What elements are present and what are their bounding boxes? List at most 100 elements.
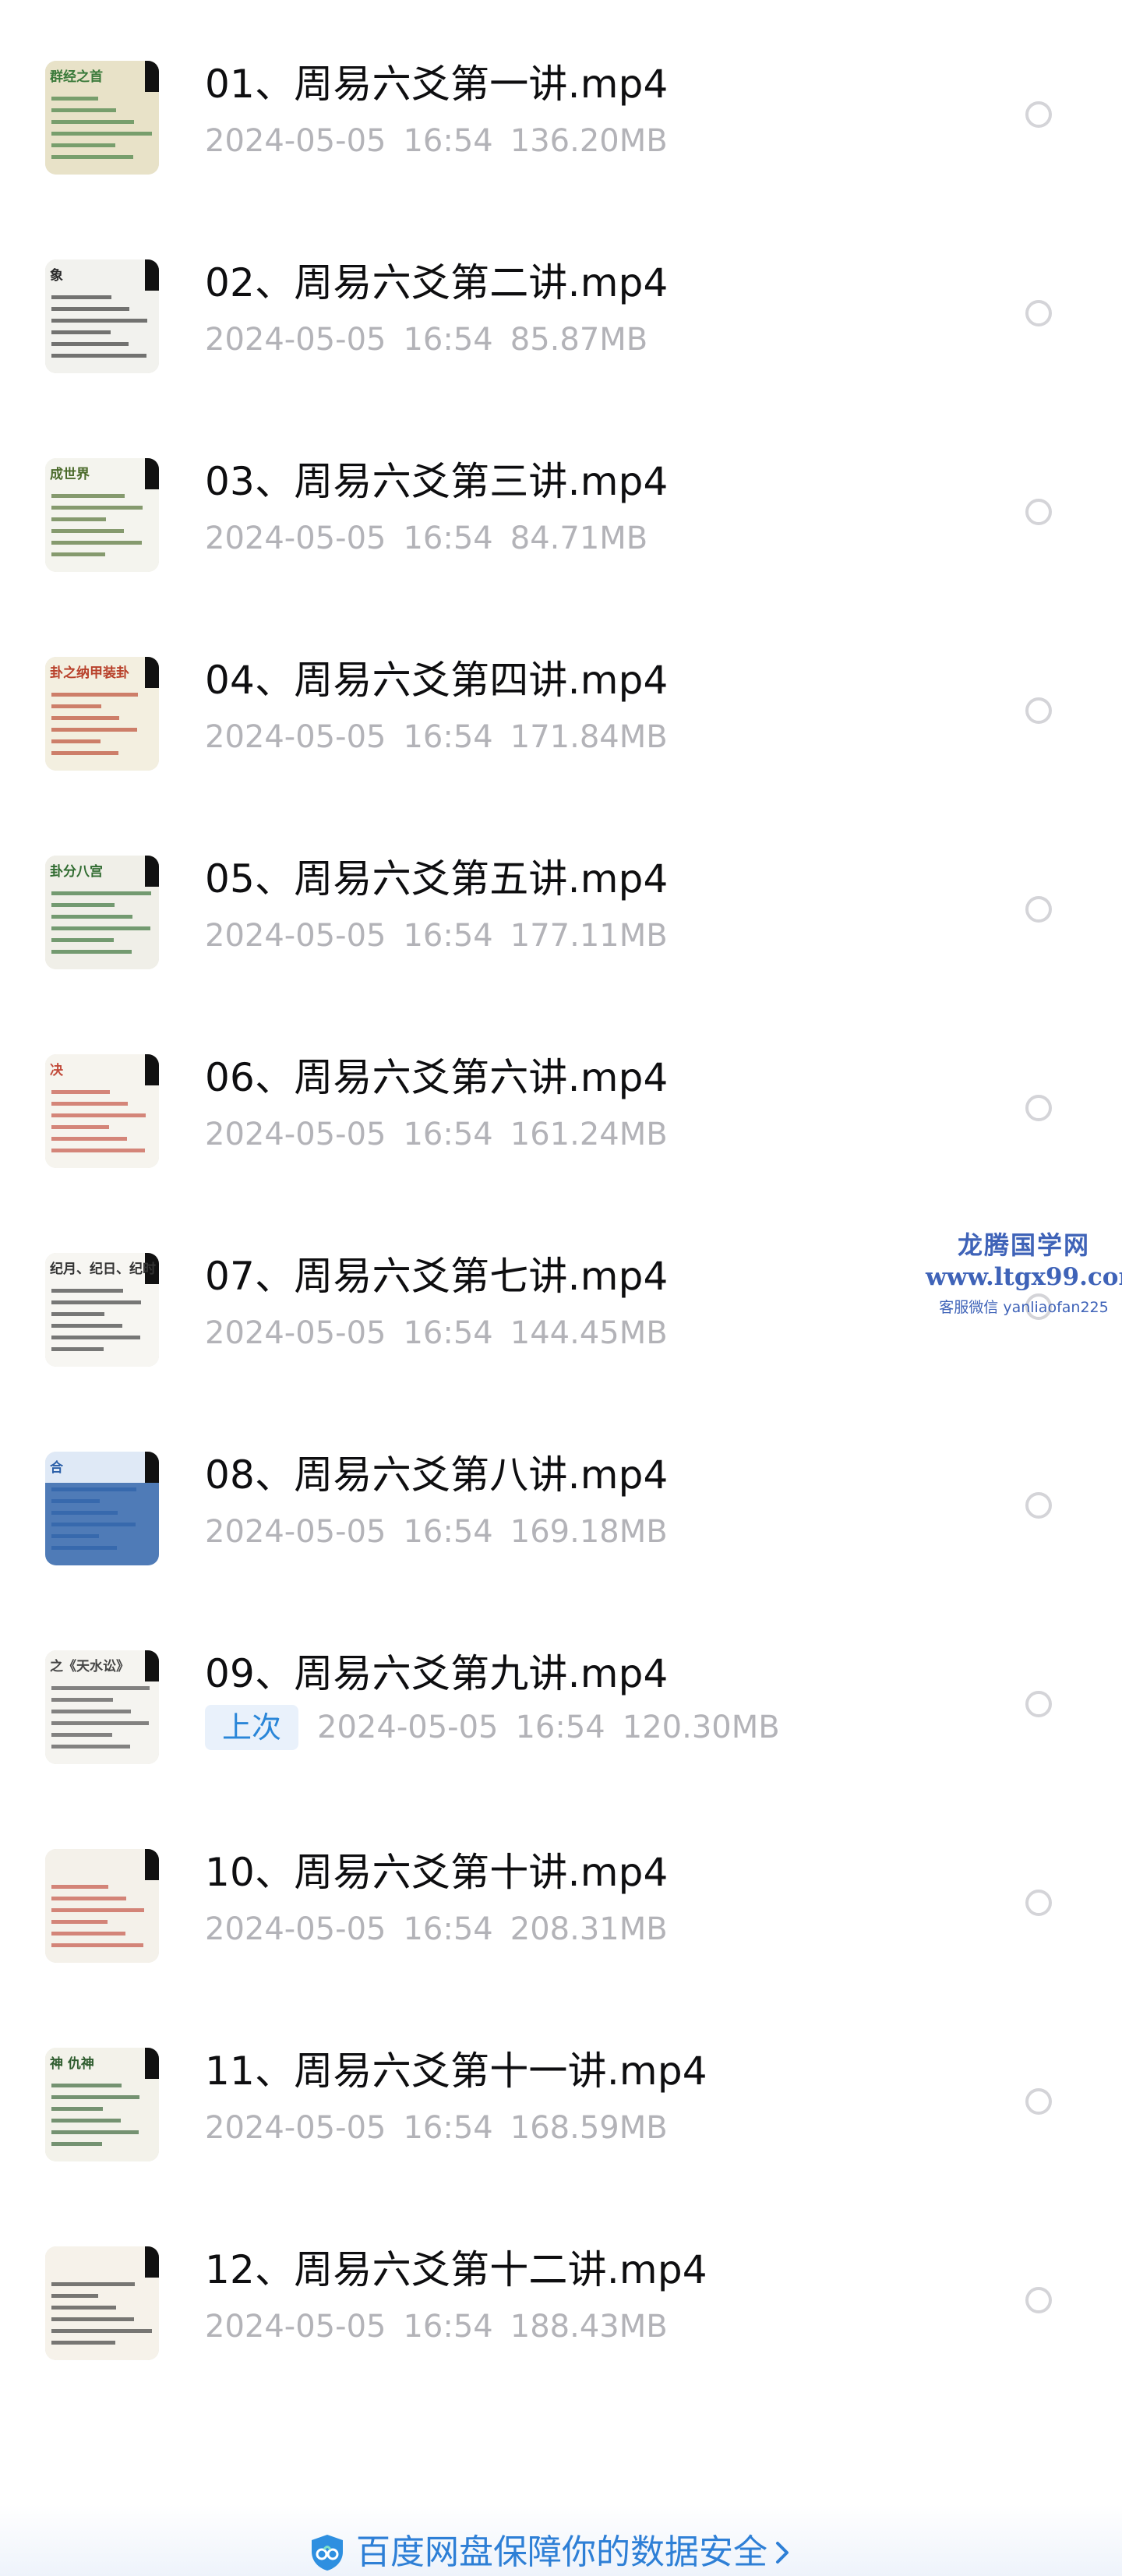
select-radio[interactable] bbox=[1025, 697, 1052, 724]
file-date: 2024-05-05 bbox=[205, 2110, 386, 2146]
file-date: 2024-05-05 bbox=[205, 322, 386, 358]
file-row[interactable]: 成世界成世界 03、周易六爻第三讲.mp4 2024-05-05 16:54 84.71… bbox=[0, 413, 1122, 612]
file-size: 161.24MB bbox=[510, 1117, 668, 1152]
file-name: 04、周易六爻第四讲.mp4 bbox=[205, 658, 669, 703]
svg-text:合: 合 bbox=[50, 1459, 64, 1476]
slide-thumbnail-icon[interactable]: 合合 bbox=[45, 1452, 159, 1565]
file-meta: 2024-05-05 16:54 136.20MB bbox=[205, 120, 668, 161]
file-row[interactable]: 象象 02、周易六爻第二讲.mp4 2024-05-05 16:54 85.87MB bbox=[0, 214, 1122, 413]
svg-text:卦之纳甲装卦: 卦之纳甲装卦 bbox=[50, 665, 129, 681]
file-row[interactable]: 合合 08、周易六爻第八讲.mp4 2024-05-05 16:54 169.18MB bbox=[0, 1406, 1122, 1605]
file-size: 177.11MB bbox=[510, 918, 668, 954]
file-name: 09、周易六爻第九讲.mp4 bbox=[205, 1651, 669, 1696]
slide-thumbnail-icon[interactable]: 卦分八宫卦分八宫 bbox=[45, 856, 159, 969]
file-row[interactable]: 12、周易六爻第十二讲.mp4 2024-05-05 16:54 188.43MB bbox=[0, 2201, 1122, 2400]
security-banner-text: 百度网盘保障你的数据安全 bbox=[356, 2532, 767, 2572]
file-name: 10、周易六爻第十讲.mp4 bbox=[205, 1850, 669, 1895]
select-radio[interactable] bbox=[1025, 1890, 1052, 1916]
file-date: 2024-05-05 bbox=[205, 1514, 386, 1550]
file-meta: 2024-05-05 16:54 171.84MB bbox=[205, 716, 668, 757]
file-size: 120.30MB bbox=[622, 1710, 780, 1745]
file-size: 171.84MB bbox=[510, 719, 668, 755]
last-played-badge: 上次 bbox=[205, 1705, 299, 1750]
file-row[interactable]: 决决 06、周易六爻第六讲.mp4 2024-05-05 16:54 161.24MB bbox=[0, 1009, 1122, 1208]
file-row[interactable]: 卦分八宫卦分八宫 05、周易六爻第五讲.mp4 2024-05-05 16:54 177… bbox=[0, 810, 1122, 1009]
file-meta: 2024-05-05 16:54 177.11MB bbox=[205, 915, 668, 955]
file-size: 136.20MB bbox=[510, 123, 668, 159]
file-row[interactable]: 之《天水讼》之《天水讼》 09、周易六爻第九讲.mp4 上次 2024-05-05 16… bbox=[0, 1605, 1122, 1804]
file-size: 168.59MB bbox=[510, 2110, 668, 2146]
file-time: 16:54 bbox=[403, 322, 493, 358]
file-meta: 上次 2024-05-05 16:54 120.30MB bbox=[205, 1705, 780, 1750]
chevron-right-icon bbox=[772, 2537, 792, 2568]
file-date: 2024-05-05 bbox=[205, 1117, 386, 1152]
file-size: 85.87MB bbox=[510, 322, 648, 358]
file-name: 08、周易六爻第八讲.mp4 bbox=[205, 1452, 669, 1498]
file-name: 06、周易六爻第六讲.mp4 bbox=[205, 1055, 669, 1100]
svg-text:纪月、纪日、纪时: 纪月、纪日、纪时 bbox=[50, 1261, 156, 1277]
svg-text:卦分八宫: 卦分八宫 bbox=[50, 863, 103, 880]
file-size: 188.43MB bbox=[510, 2309, 668, 2345]
file-name: 12、周易六爻第十二讲.mp4 bbox=[205, 2247, 707, 2292]
security-banner-content[interactable]: 百度网盘保障你的数据安全 bbox=[309, 2531, 792, 2574]
watermark-url: www.ltgx99.com bbox=[926, 1263, 1122, 1291]
file-date: 2024-05-05 bbox=[205, 2309, 386, 2345]
file-name: 02、周易六爻第二讲.mp4 bbox=[205, 260, 669, 305]
file-meta: 2024-05-05 16:54 161.24MB bbox=[205, 1113, 668, 1154]
file-time: 16:54 bbox=[403, 1117, 493, 1152]
file-name: 01、周易六爻第一讲.mp4 bbox=[205, 62, 669, 107]
file-time: 16:54 bbox=[403, 719, 493, 755]
file-row[interactable]: 10、周易六爻第十讲.mp4 2024-05-05 16:54 208.31MB bbox=[0, 1804, 1122, 2003]
file-time: 16:54 bbox=[403, 123, 493, 159]
file-date: 2024-05-05 bbox=[317, 1710, 499, 1745]
svg-text:神 仇神: 神 仇神 bbox=[50, 2056, 94, 2072]
file-date: 2024-05-05 bbox=[205, 1315, 386, 1351]
file-meta: 2024-05-05 16:54 169.18MB bbox=[205, 1511, 668, 1551]
slide-thumbnail-icon[interactable]: 之《天水讼》之《天水讼》 bbox=[45, 1650, 159, 1764]
file-time: 16:54 bbox=[403, 520, 493, 556]
file-meta: 2024-05-05 16:54 144.45MB bbox=[205, 1312, 668, 1353]
file-name: 03、周易六爻第三讲.mp4 bbox=[205, 459, 669, 504]
slide-thumbnail-icon[interactable]: 象象 bbox=[45, 259, 159, 373]
slide-thumbnail-icon[interactable]: 群经之首群经之首 bbox=[45, 61, 159, 175]
file-size: 84.71MB bbox=[510, 520, 648, 556]
select-radio[interactable] bbox=[1025, 300, 1052, 326]
file-date: 2024-05-05 bbox=[205, 918, 386, 954]
slide-thumbnail-icon[interactable]: 神 仇神神 仇神 bbox=[45, 2048, 159, 2161]
file-meta: 2024-05-05 16:54 188.43MB bbox=[205, 2306, 668, 2346]
file-size: 144.45MB bbox=[510, 1315, 668, 1351]
security-banner[interactable]: 百度网盘保障你的数据安全 bbox=[0, 2504, 1122, 2576]
slide-thumbnail-icon[interactable] bbox=[45, 2246, 159, 2360]
select-radio[interactable] bbox=[1025, 1492, 1052, 1519]
watermark-contact: 客服微信 yanliaofan225 bbox=[939, 1299, 1109, 1316]
file-row[interactable]: 群经之首群经之首 01、周易六爻第一讲.mp4 2024-05-05 16:54 136… bbox=[0, 16, 1122, 214]
slide-thumbnail-icon[interactable]: 成世界成世界 bbox=[45, 458, 159, 572]
file-name: 11、周易六爻第十一讲.mp4 bbox=[205, 2048, 707, 2094]
slide-thumbnail-icon[interactable]: 决决 bbox=[45, 1054, 159, 1168]
svg-text:决: 决 bbox=[50, 1062, 64, 1078]
select-radio[interactable] bbox=[1025, 2287, 1052, 2313]
select-radio[interactable] bbox=[1025, 896, 1052, 923]
file-time: 16:54 bbox=[515, 1710, 605, 1745]
file-row[interactable]: 神 仇神神 仇神 11、周易六爻第十一讲.mp4 2024-05-05 16:54 16… bbox=[0, 2003, 1122, 2201]
file-date: 2024-05-05 bbox=[205, 719, 386, 755]
file-time: 16:54 bbox=[403, 1514, 493, 1550]
file-date: 2024-05-05 bbox=[205, 520, 386, 556]
slide-thumbnail-icon[interactable]: 纪月、纪日、纪时纪月、纪日、纪时 bbox=[45, 1253, 159, 1367]
watermark: 龙腾国学网 www.ltgx99.com 客服微信 yanliaofan225 bbox=[926, 1230, 1122, 1318]
file-time: 16:54 bbox=[403, 918, 493, 954]
file-time: 16:54 bbox=[403, 2110, 493, 2146]
file-name: 05、周易六爻第五讲.mp4 bbox=[205, 856, 669, 902]
select-radio[interactable] bbox=[1025, 499, 1052, 525]
slide-thumbnail-icon[interactable] bbox=[45, 1849, 159, 1963]
select-radio[interactable] bbox=[1025, 2088, 1052, 2115]
file-row[interactable]: 卦之纳甲装卦卦之纳甲装卦 04、周易六爻第四讲.mp4 2024-05-05 16:5… bbox=[0, 612, 1122, 810]
select-radio[interactable] bbox=[1025, 101, 1052, 128]
svg-text:象: 象 bbox=[50, 267, 63, 284]
file-time: 16:54 bbox=[403, 2309, 493, 2345]
select-radio[interactable] bbox=[1025, 1691, 1052, 1717]
select-radio[interactable] bbox=[1025, 1095, 1052, 1121]
file-meta: 2024-05-05 16:54 168.59MB bbox=[205, 2107, 668, 2147]
svg-text:之《天水讼》: 之《天水讼》 bbox=[50, 1658, 129, 1674]
slide-thumbnail-icon[interactable]: 卦之纳甲装卦卦之纳甲装卦 bbox=[45, 657, 159, 771]
